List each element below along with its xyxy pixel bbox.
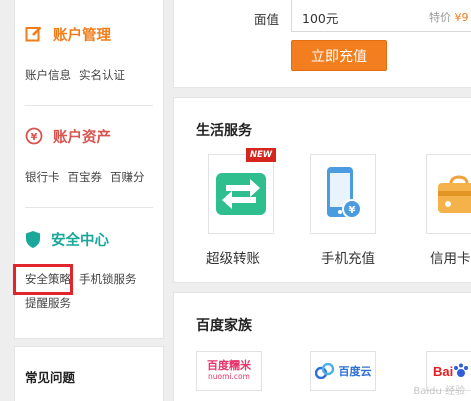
link-phone-lock-service[interactable]: 手机锁服务 <box>79 271 137 287</box>
baidu-cloud-logo: 百度云 <box>338 365 372 378</box>
link-reminder-service[interactable]: 提醒服务 <box>25 295 71 311</box>
svg-text:¥: ¥ <box>349 205 356 216</box>
credit-card-tile[interactable] <box>426 154 471 234</box>
baidu-family-title: 百度家族 <box>196 318 252 334</box>
link-coupons[interactable]: 百宝券 <box>68 169 103 185</box>
edit-icon <box>25 26 42 42</box>
account-assets-links: 银行卡 百宝券 百赚分 <box>25 169 145 185</box>
amount-select[interactable]: 100元 特价 ¥9 <box>291 0 471 32</box>
super-transfer-label[interactable]: 超级转账 <box>206 247 260 267</box>
shield-icon <box>26 230 40 248</box>
account-assets-header: ¥ 账户资产 <box>25 123 111 149</box>
highlight-annotation <box>13 264 73 295</box>
amount-value: 100元 <box>302 11 339 26</box>
recharge-now-button[interactable]: 立即充值 <box>291 40 387 71</box>
link-account-info[interactable]: 账户信息 <box>25 67 71 83</box>
phone-recharge-icon: ¥ <box>327 167 362 219</box>
price-value: ¥9 <box>454 11 469 24</box>
baidu-paw-icon <box>454 363 469 377</box>
new-badge: NEW <box>246 148 276 162</box>
phone-recharge-panel: 面值 100元 特价 ¥9 立即充值 <box>173 0 471 88</box>
divider <box>25 105 153 106</box>
account-manage-title: 账户管理 <box>53 27 111 44</box>
yen-coin-icon: ¥ <box>25 127 43 145</box>
divider <box>25 207 153 208</box>
account-manage-header: 账户管理 <box>25 21 111 47</box>
account-assets-title: 账户资产 <box>53 129 111 146</box>
credit-card-icon <box>438 175 471 213</box>
special-price: 特价 ¥9 <box>429 9 469 25</box>
link-real-name-auth[interactable]: 实名认证 <box>79 67 125 83</box>
credit-card-label[interactable]: 信用卡 <box>430 247 471 267</box>
security-center-title: 安全中心 <box>51 232 109 249</box>
link-points[interactable]: 百赚分 <box>110 169 145 185</box>
face-value-label: 面值 <box>254 12 280 27</box>
nuomi-domain: nuomi.com <box>208 372 250 381</box>
nuomi-tile[interactable]: 百度糯米 nuomi.com <box>196 351 262 391</box>
life-services-panel: 生活服务 NEW 超级转账 ¥ 手机充值 信用卡 <box>173 97 471 283</box>
transfer-icon <box>216 173 266 215</box>
super-transfer-tile[interactable]: NEW <box>208 148 276 234</box>
watermark: Baidu 经验 <box>413 386 465 397</box>
link-bank-card[interactable]: 银行卡 <box>25 169 60 185</box>
baidu-logo: Bai <box>433 363 454 379</box>
account-manage-links: 账户信息 实名认证 <box>25 67 125 83</box>
security-links-row2: 提醒服务 <box>25 295 71 311</box>
phone-recharge-label[interactable]: 手机充值 <box>321 247 375 267</box>
phone-recharge-tile[interactable]: ¥ <box>310 154 376 234</box>
faq-card: 常见问题 <box>14 346 164 401</box>
security-center-header: 安全中心 <box>25 226 109 252</box>
baidu-cloud-logo-icon <box>314 363 334 379</box>
svg-text:¥: ¥ <box>31 132 38 143</box>
faq-title[interactable]: 常见问题 <box>25 367 75 386</box>
life-services-title: 生活服务 <box>196 123 252 139</box>
nuomi-logo: 百度糯米 <box>207 359 251 372</box>
baidu-cloud-tile[interactable]: 百度云 <box>310 351 376 391</box>
price-label: 特价 <box>429 11 451 24</box>
